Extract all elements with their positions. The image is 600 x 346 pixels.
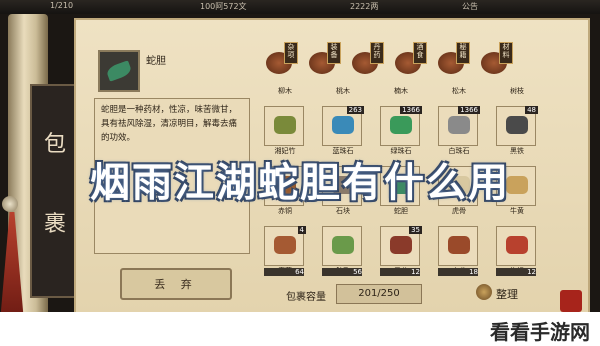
item-icon <box>274 116 296 134</box>
item-count: 4 <box>297 226 306 234</box>
item-slot[interactable]: 人参18 <box>436 216 482 276</box>
item-stack: 12 <box>496 268 536 276</box>
selected-item-name: 蛇胆 <box>146 56 166 67</box>
item-stack: 18 <box>438 268 478 276</box>
category-tab-3[interactable]: 酒食 <box>391 42 427 76</box>
bag-icon[interactable] <box>476 284 492 300</box>
item-icon <box>506 116 528 134</box>
category-tab-1[interactable]: 装备 <box>305 42 341 76</box>
item-stack: 56 <box>322 268 362 276</box>
category-label: 丹药 <box>370 42 384 64</box>
item-stack: 64 <box>264 268 304 276</box>
item-name: 松木 <box>452 87 466 95</box>
category-tab-2[interactable]: 丹药 <box>348 42 384 76</box>
item-slot[interactable]: 35灵芝12 <box>378 216 424 276</box>
category-label: 酒食 <box>413 42 427 64</box>
item-name: 柳木 <box>278 87 292 95</box>
category-label: 装备 <box>327 42 341 64</box>
category-label: 杂项 <box>284 42 298 64</box>
item-count: 1366 <box>458 106 480 114</box>
capacity-value: 201/250 <box>336 284 422 304</box>
notice-link[interactable]: 公告 <box>462 1 478 12</box>
discard-button[interactable]: 丢 弃 <box>120 268 232 300</box>
item-slot[interactable]: 48 黑铁 <box>494 96 540 155</box>
item-icon <box>274 236 296 254</box>
item-slot[interactable]: 1366 白珠石 <box>436 96 482 155</box>
item-count: 35 <box>409 226 422 234</box>
item-icon <box>390 236 412 254</box>
item-icon <box>506 236 528 254</box>
item-slot[interactable]: 湘妃竹 <box>262 96 308 155</box>
item-count: 1366 <box>400 106 422 114</box>
item-name: 楠木 <box>394 87 408 95</box>
top-status-bar: 1/210 100阿572文 2222两 公告 <box>0 0 600 14</box>
grid-header-4: 树枝 <box>494 86 540 96</box>
item-slot[interactable]: 263 蓝珠石 <box>320 96 366 155</box>
status-silver: 2222两 <box>350 2 379 11</box>
grid-header-3: 松木 <box>436 86 482 96</box>
item-count: 263 <box>346 106 364 114</box>
category-tab-5[interactable]: 材料 <box>477 42 513 76</box>
item-slot[interactable]: 钟乳56 <box>320 216 366 276</box>
item-icon <box>448 116 470 134</box>
category-tab-0[interactable]: 杂项 <box>262 42 298 76</box>
category-tab-4[interactable]: 秘籍 <box>434 42 470 76</box>
item-icon <box>332 116 354 134</box>
item-icon <box>390 116 412 134</box>
item-stack: 12 <box>380 268 420 276</box>
gallbladder-icon <box>105 60 133 82</box>
status-currency: 100阿572文 <box>200 2 247 11</box>
item-icon <box>332 236 354 254</box>
selected-item-icon <box>98 50 140 92</box>
item-slot[interactable]: 枸杞12 <box>494 216 540 276</box>
item-name: 桃木 <box>336 87 350 95</box>
item-icon <box>448 236 470 254</box>
category-label: 秘籍 <box>456 42 470 64</box>
band-char-bottom: 裹 <box>43 212 66 237</box>
category-label: 材料 <box>499 42 513 64</box>
item-slot[interactable]: 4鹿茸64 <box>262 216 308 276</box>
item-slot[interactable]: 1366 绿珠石 <box>378 96 424 155</box>
capacity-label: 包裹容量 <box>286 292 326 303</box>
red-seal-icon <box>560 290 582 312</box>
article-headline: 烟雨江湖蛇胆有什么用 <box>90 160 510 206</box>
item-count: 48 <box>525 106 538 114</box>
grid-header-2: 楠木 <box>378 86 424 96</box>
grid-header-0: 柳木 <box>262 86 308 96</box>
status-left: 1/210 <box>50 1 74 10</box>
site-watermark: 看看手游网 <box>490 320 590 344</box>
sort-button[interactable]: 整理 <box>496 286 518 302</box>
item-name: 树枝 <box>510 87 524 95</box>
grid-header-1: 桃木 <box>320 86 366 96</box>
